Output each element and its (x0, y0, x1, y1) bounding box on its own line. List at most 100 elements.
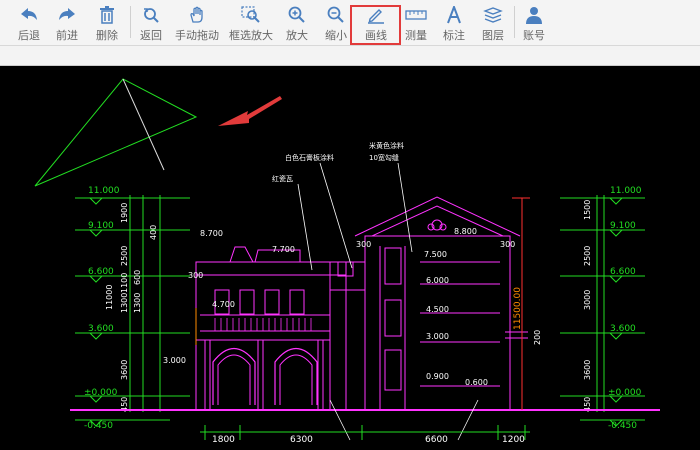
draw-line-highlight (350, 5, 401, 45)
box-zoom-icon (241, 6, 260, 23)
small-200: 200 (533, 330, 542, 345)
arrow-right-icon (59, 8, 75, 20)
measure-label: 测量 (405, 29, 427, 42)
right-level-3: 6.600 (610, 267, 636, 277)
small-300-a: 300 (188, 271, 203, 280)
left-dim-1300b: 1300 (133, 293, 142, 313)
elev-3000-right: 3.000 (426, 332, 449, 341)
left-level-2: 9.100 (88, 221, 114, 231)
box-zoom-button[interactable]: 框选放大 (226, 2, 276, 43)
note-beige-1: 米黄色涂料 (369, 141, 404, 150)
vertical-dim-label: 11500.00 (513, 287, 523, 330)
arrow-left-icon (21, 8, 37, 20)
left-dim-600: 600 (133, 270, 142, 285)
elev-7500: 7.500 (424, 250, 447, 259)
bottom-dimension-labels: 1800 6300 6600 1200 (212, 435, 525, 445)
leader-lines (297, 162, 479, 441)
right-dim-1500: 1500 (583, 200, 592, 220)
left-level-6: -0.450 (84, 421, 113, 431)
right-level-5: ±0.000 (608, 388, 642, 398)
right-level-4: 3.600 (610, 324, 636, 334)
elev-8800: 8.800 (454, 227, 477, 236)
elev-0900: 0.900 (426, 372, 449, 381)
right-level-labels: 11.000 9.100 6.600 3.600 ±0.000 -0.450 (608, 186, 642, 431)
right-dim-2500: 2500 (583, 246, 592, 266)
green-triangle (34, 78, 198, 187)
layers-icon (483, 7, 503, 23)
left-level-5: ±0.000 (84, 388, 118, 398)
forward-label: 前进 (56, 29, 78, 42)
elev-7700: 7.700 (272, 245, 295, 254)
back-label: 后退 (18, 29, 40, 42)
bottom-dim-1200: 1200 (502, 435, 525, 445)
right-level-1: 11.000 (610, 186, 642, 196)
elev-4700: 4.700 (212, 300, 235, 309)
right-level-6: -0.450 (608, 421, 637, 431)
elev-6000: 6.000 (426, 276, 449, 285)
bottom-dimension-line (200, 425, 530, 440)
layers-button[interactable]: 图层 (479, 2, 507, 43)
toolbar-separator (514, 6, 515, 38)
zoom-out-label: 缩小 (325, 29, 347, 42)
back-button[interactable]: 后退 (14, 2, 44, 43)
forward-button[interactable]: 前进 (52, 2, 82, 43)
right-dim-3600: 3600 (583, 360, 592, 380)
note-paint: 白色石膏板涂料 (285, 153, 334, 162)
left-dim-1300a: 1300 (120, 293, 129, 313)
bottom-dim-6300: 6300 (290, 435, 313, 445)
toolbar: 后退 前进 删除 返回 手动拖动 框选放大 放大 缩小 画线 测量 标注 图层 … (0, 0, 700, 46)
annotate-button[interactable]: 标注 (440, 2, 468, 43)
ruler-icon (405, 10, 427, 20)
small-300-b: 300 (356, 240, 371, 249)
left-level-3: 6.600 (88, 267, 114, 277)
zoom-out-icon (327, 6, 344, 23)
account-button[interactable]: 账号 (520, 2, 548, 43)
right-dim-3000: 3000 (583, 290, 592, 310)
elev-8700: 8.700 (200, 229, 223, 238)
pan-button[interactable]: 手动拖动 (172, 2, 222, 43)
elev-0600: 0.600 (465, 378, 488, 387)
zoom-back-label: 返回 (140, 29, 162, 42)
small-300-c: 300 (500, 240, 515, 249)
toolbar-separator (130, 6, 131, 38)
left-level-labels: 11.000 9.100 6.600 3.600 ±0.000 -0.450 (84, 186, 120, 431)
delete-button[interactable]: 删除 (92, 2, 122, 43)
zoom-in-label: 放大 (286, 29, 308, 42)
measure-button[interactable]: 测量 (402, 2, 430, 43)
note-tile: 红瓷瓦 (272, 174, 293, 183)
bottom-dim-1800: 1800 (212, 435, 235, 445)
elev-4500: 4.500 (426, 305, 449, 314)
toolbar-subbar (0, 46, 700, 66)
annotate-label: 标注 (443, 29, 465, 42)
trash-icon (100, 6, 114, 24)
layers-label: 图层 (482, 29, 504, 42)
right-level-2: 9.100 (610, 221, 636, 231)
hand-icon (190, 6, 203, 23)
left-level-1: 11.000 (88, 186, 120, 196)
elev-3000-left: 3.000 (163, 356, 186, 365)
user-icon (526, 7, 542, 24)
left-dim-2500: 2500 (120, 246, 129, 266)
red-arrow-pointer (218, 96, 282, 126)
zoom-back-icon (144, 8, 159, 23)
zoom-in-button[interactable]: 放大 (283, 2, 311, 43)
left-dim-1100: 1100 (120, 273, 129, 293)
left-dim-400: 400 (149, 225, 158, 240)
note-beige-2: 10宽勾缝 (369, 153, 399, 162)
right-dimension-labels: 1500 2500 3000 3600 450 (583, 200, 592, 412)
annotation-notes: 白色石膏板涂料 红瓷瓦 米黄色涂料 10宽勾缝 (272, 141, 404, 183)
bottom-dim-6600: 6600 (425, 435, 448, 445)
red-vertical-dimension: 11500.00 (512, 197, 530, 410)
text-a-icon (447, 6, 461, 24)
left-dim-1900: 1900 (120, 203, 129, 223)
cad-drawing-canvas[interactable]: 11.000 9.100 6.600 3.600 ±0.000 -0.450 1… (0, 66, 700, 450)
left-dim-3600: 3600 (120, 360, 129, 380)
left-dim-11000: 11000 (105, 285, 114, 310)
zoom-out-button[interactable]: 缩小 (322, 2, 350, 43)
pan-label: 手动拖动 (175, 29, 219, 42)
account-label: 账号 (523, 29, 545, 42)
zoom-back-button[interactable]: 返回 (136, 2, 166, 43)
left-level-4: 3.600 (88, 324, 114, 334)
delete-label: 删除 (96, 29, 118, 42)
zoom-in-icon (288, 6, 305, 23)
